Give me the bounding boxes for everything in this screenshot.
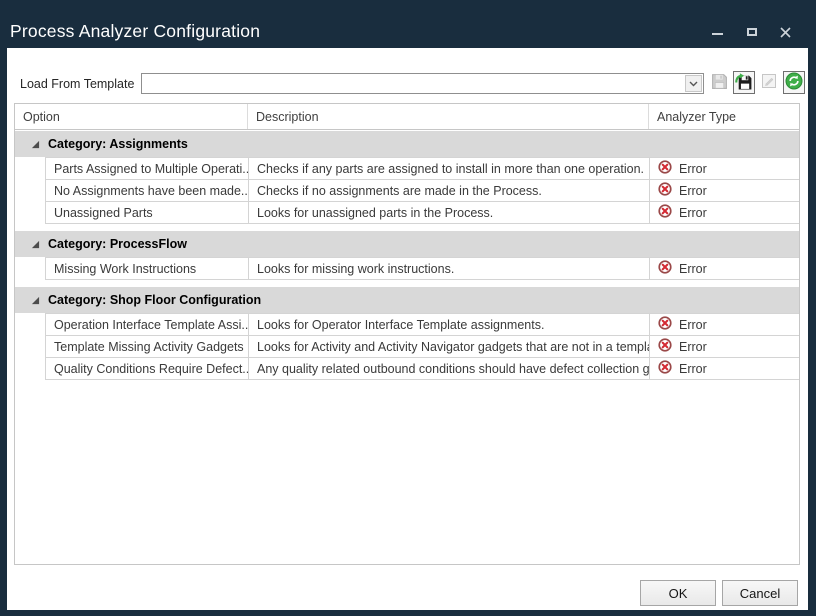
titlebar: Process Analyzer Configuration: [0, 0, 816, 48]
table-row[interactable]: No Assignments have been made... Checks …: [46, 180, 799, 202]
option-cell: Parts Assigned to Multiple Operati...: [46, 158, 249, 179]
error-icon: [658, 160, 672, 177]
analyzer-type-cell: Error: [650, 180, 799, 201]
error-icon: [658, 182, 672, 199]
table-row[interactable]: Missing Work Instructions Looks for miss…: [46, 258, 799, 280]
description-cell: Any quality related outbound conditions …: [249, 358, 650, 379]
chevron-down-icon[interactable]: [685, 75, 702, 92]
analyzer-type-cell: Error: [650, 202, 799, 223]
window-controls: [711, 25, 792, 39]
table-row[interactable]: Unassigned Parts Looks for unassigned pa…: [46, 202, 799, 224]
expander-icon[interactable]: [31, 296, 40, 305]
option-cell: Unassigned Parts: [46, 202, 249, 223]
table-group-assignments: Category: Assignments Parts Assigned to …: [15, 131, 799, 224]
import-template-button[interactable]: [733, 71, 755, 94]
category-row[interactable]: Category: Assignments: [15, 131, 799, 157]
maximize-icon[interactable]: [745, 26, 758, 39]
analyzer-type-cell: Error: [650, 314, 799, 335]
table-row[interactable]: Quality Conditions Require Defect... Any…: [46, 358, 799, 380]
analyzer-type-cell: Error: [650, 158, 799, 179]
description-cell: Looks for unassigned parts in the Proces…: [249, 202, 650, 223]
floppy-disk-import-icon: [735, 73, 753, 93]
error-icon: [658, 260, 672, 277]
expander-icon[interactable]: [31, 140, 40, 149]
description-cell: Checks if no assignments are made in the…: [249, 180, 650, 201]
table-group-shop-floor-configuration: Category: Shop Floor Configuration Opera…: [15, 287, 799, 380]
dialog-content: Load From Template: [7, 48, 808, 610]
analyzer-table: Option Description Analyzer Type Categor…: [14, 103, 800, 565]
category-label: Category: Shop Floor Configuration: [48, 293, 261, 307]
column-header-analyzer-type[interactable]: Analyzer Type: [649, 104, 799, 129]
cancel-button[interactable]: Cancel: [722, 580, 798, 606]
template-combobox[interactable]: [141, 73, 704, 94]
option-cell: Missing Work Instructions: [46, 258, 249, 279]
description-cell: Looks for Operator Interface Template as…: [249, 314, 650, 335]
description-cell: Looks for Activity and Activity Navigato…: [249, 336, 650, 357]
edit-template-button[interactable]: [758, 71, 780, 94]
table-header: Option Description Analyzer Type: [15, 104, 799, 130]
floppy-disk-icon: [711, 73, 728, 93]
save-template-button[interactable]: [708, 71, 730, 94]
analyzer-type-cell: Error: [650, 358, 799, 379]
expander-icon[interactable]: [31, 240, 40, 249]
group-rows: Missing Work Instructions Looks for miss…: [45, 257, 799, 280]
description-cell: Looks for missing work instructions.: [249, 258, 650, 279]
table-group-processflow: Category: ProcessFlow Missing Work Instr…: [15, 231, 799, 280]
load-from-template-label: Load From Template: [20, 77, 134, 91]
error-icon: [658, 316, 672, 333]
analyzer-type-label: Error: [679, 262, 707, 276]
error-icon: [658, 360, 672, 377]
option-cell: Template Missing Activity Gadgets: [46, 336, 249, 357]
description-cell: Checks if any parts are assigned to inst…: [249, 158, 650, 179]
template-combobox-input[interactable]: [142, 74, 682, 93]
error-icon: [658, 338, 672, 355]
column-header-option[interactable]: Option: [15, 104, 248, 129]
minimize-icon[interactable]: [711, 26, 724, 39]
option-cell: Quality Conditions Require Defect...: [46, 358, 249, 379]
analyzer-type-label: Error: [679, 162, 707, 176]
window-title: Process Analyzer Configuration: [10, 21, 260, 42]
refresh-circle-icon: [785, 72, 803, 93]
close-icon[interactable]: [779, 26, 792, 39]
pencil-icon: [761, 73, 777, 92]
category-label: Category: Assignments: [48, 137, 188, 151]
error-icon: [658, 204, 672, 221]
analyzer-type-label: Error: [679, 206, 707, 220]
option-cell: Operation Interface Template Assi...: [46, 314, 249, 335]
analyzer-type-label: Error: [679, 184, 707, 198]
analyzer-type-label: Error: [679, 362, 707, 376]
analyzer-type-label: Error: [679, 318, 707, 332]
table-row[interactable]: Operation Interface Template Assi... Loo…: [46, 314, 799, 336]
column-header-description[interactable]: Description: [248, 104, 649, 129]
table-row[interactable]: Template Missing Activity Gadgets Looks …: [46, 336, 799, 358]
analyzer-type-label: Error: [679, 340, 707, 354]
ok-button[interactable]: OK: [640, 580, 716, 606]
toolbar-icon-buttons: [708, 71, 805, 94]
analyzer-type-cell: Error: [650, 336, 799, 357]
category-label: Category: ProcessFlow: [48, 237, 187, 251]
category-row[interactable]: Category: Shop Floor Configuration: [15, 287, 799, 313]
group-rows: Parts Assigned to Multiple Operati... Ch…: [45, 157, 799, 224]
category-row[interactable]: Category: ProcessFlow: [15, 231, 799, 257]
group-rows: Operation Interface Template Assi... Loo…: [45, 313, 799, 380]
refresh-button[interactable]: [783, 71, 805, 94]
analyzer-type-cell: Error: [650, 258, 799, 279]
option-cell: No Assignments have been made...: [46, 180, 249, 201]
table-row[interactable]: Parts Assigned to Multiple Operati... Ch…: [46, 158, 799, 180]
